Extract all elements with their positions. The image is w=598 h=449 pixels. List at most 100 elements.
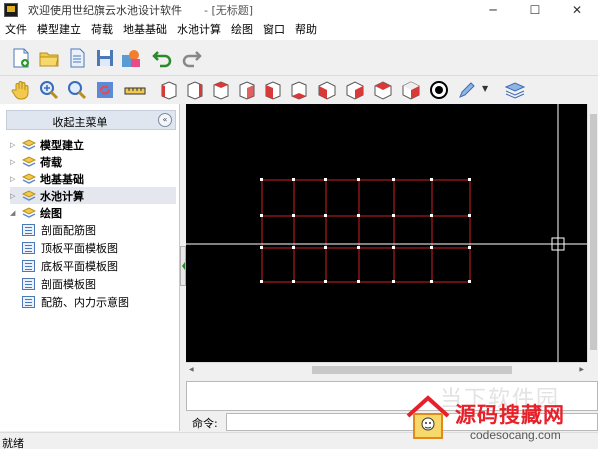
undo-icon[interactable] [152,47,174,69]
module-icon [22,189,36,201]
menu-load[interactable]: 荷载 [86,20,118,40]
command-label: 命令: [192,417,218,430]
tree-sub-label: 顶板平面模板图 [41,241,118,255]
view-cube-1-icon[interactable] [158,79,180,101]
view-iso-3-icon[interactable] [372,79,394,101]
tree-label-foundation: 地基基础 [40,172,84,186]
tree-sub-section-template[interactable]: 剖面模板图 [22,275,96,292]
target-icon[interactable] [428,79,450,101]
refresh-icon[interactable] [94,79,116,101]
crosshair-cursor [186,104,587,362]
drawing-canvas[interactable] [186,104,587,362]
view-iso-4-icon[interactable] [400,79,422,101]
vertical-scroll-thumb[interactable] [590,114,597,350]
window-controls: ─ ☐ ✕ [472,0,598,20]
expand-arrow-icon[interactable]: ▷ [10,141,20,149]
watermark-house-logo [406,395,450,439]
measure-tape-icon[interactable] [124,79,146,101]
tree-sub-label: 剖面配筋图 [41,223,96,237]
view-cube-4-icon[interactable] [236,79,258,101]
tree-item-drawing[interactable]: ◢ 绘图 [10,204,62,221]
tree-sub-label: 底板平面模板图 [41,259,118,273]
expand-arrow-icon[interactable]: ▷ [10,158,20,166]
zoom-icon[interactable] [66,79,88,101]
tree-item-load[interactable]: ▷ 荷载 [10,153,62,170]
view-iso-2-icon[interactable] [344,79,366,101]
tree-sub-bottom-slab-plan[interactable]: 底板平面模板图 [22,257,118,274]
app-window: 欢迎使用世纪旗云水池设计软件 - [无标题] ─ ☐ ✕ 文件 模型建立 荷载 … [0,0,598,449]
status-text: 就绪 [2,437,24,449]
watermark-main-text: 源码搜藏网 [455,403,565,427]
module-icon [22,206,36,218]
zoom-in-icon[interactable] [38,79,60,101]
new-file-icon[interactable] [10,47,32,69]
drawing-doc-icon [22,223,35,236]
menu-model[interactable]: 模型建立 [32,20,86,40]
menu-foundation[interactable]: 地基基础 [118,20,172,40]
collapse-arrow-icon[interactable]: ◢ [10,209,20,217]
document-title: - [无标题] [204,4,254,17]
menu-help[interactable]: 帮助 [290,20,322,40]
collapse-main-menu-label: 收起主菜单 [52,116,108,129]
main-menu-panel: 收起主菜单 « ▷ 模型建立 ▷ 荷载 ▷ 地基基础 ▷ 水池计算 ◢ 绘图 剖… [0,104,180,431]
tree-sub-rebar-force-diagram[interactable]: 配筋、内力示意图 [22,293,129,310]
settings-color-icon[interactable] [120,47,142,69]
menu-bar: 文件 模型建立 荷载 地基基础 水池计算 绘图 窗口 帮助 [0,20,598,40]
vertical-scrollbar[interactable] [587,104,598,362]
tree-label-load: 荷载 [40,155,62,169]
grid-drawing [186,104,587,362]
window-title: 欢迎使用世纪旗云水池设计软件 [28,4,182,17]
pen-icon[interactable] [456,79,478,101]
minimize-button[interactable]: ─ [472,0,514,20]
view-cube-6-icon[interactable] [288,79,310,101]
menu-pool-calc[interactable]: 水池计算 [172,20,226,40]
document-icon[interactable] [66,47,88,69]
expand-arrow-icon[interactable]: ▷ [10,175,20,183]
tree-label-drawing: 绘图 [40,206,62,220]
drawing-doc-icon [22,295,35,308]
main-toolbar: 3 ▲ ▼ 底板 顶板 [0,40,598,114]
save-icon[interactable] [94,47,116,69]
watermark-url: codesocang.com [470,428,561,442]
grid-nodes [260,178,471,283]
tree-sub-label: 配筋、内力示意图 [41,295,129,309]
tree-item-foundation[interactable]: ▷ 地基基础 [10,170,84,187]
view-cube-3-icon[interactable] [210,79,232,101]
module-icon [22,172,36,184]
horizontal-scrollbar[interactable]: ◀ ▶ [186,362,587,376]
menu-window[interactable]: 窗口 [258,20,290,40]
view-cube-2-icon[interactable] [184,79,206,101]
view-cube-5-icon[interactable] [262,79,284,101]
expand-arrow-icon[interactable]: ▷ [10,192,20,200]
scroll-right-icon[interactable]: ▶ [579,366,584,373]
collapse-main-menu-header[interactable]: 收起主菜单 « [6,110,176,130]
scroll-left-icon[interactable]: ◀ [189,366,194,373]
drawing-doc-icon [22,241,35,254]
app-logo-icon [4,3,18,17]
menu-drawing[interactable]: 绘图 [226,20,258,40]
layer-stack-icon[interactable] [504,79,526,101]
maximize-button[interactable]: ☐ [514,0,556,20]
pan-hand-icon[interactable] [10,79,32,101]
tree-label-pool-calc: 水池计算 [40,189,84,203]
tree-sub-label: 剖面模板图 [41,277,96,291]
grid-lines [261,179,471,283]
collapse-chevron-icon[interactable]: « [158,113,172,127]
pen-dropdown-chevron-icon[interactable]: ▼ [482,84,488,93]
horizontal-scroll-thumb[interactable] [312,366,512,374]
drawing-doc-icon [22,259,35,272]
drawing-doc-icon [22,277,35,290]
open-folder-icon[interactable] [38,47,60,69]
tree-label-model: 模型建立 [40,138,84,152]
view-toolbar: ▼ [0,76,598,104]
view-iso-1-icon[interactable] [316,79,338,101]
menu-file[interactable]: 文件 [0,20,32,40]
module-icon [22,138,36,150]
tree-item-pool-calc[interactable]: ▷ 水池计算 [10,187,176,204]
close-button[interactable]: ✕ [556,0,598,20]
redo-icon[interactable] [180,47,202,69]
tree-sub-top-slab-plan[interactable]: 顶板平面模板图 [22,239,118,256]
module-icon [22,155,36,167]
tree-sub-section-rebar[interactable]: 剖面配筋图 [22,221,96,238]
tree-item-model[interactable]: ▷ 模型建立 [10,136,84,153]
